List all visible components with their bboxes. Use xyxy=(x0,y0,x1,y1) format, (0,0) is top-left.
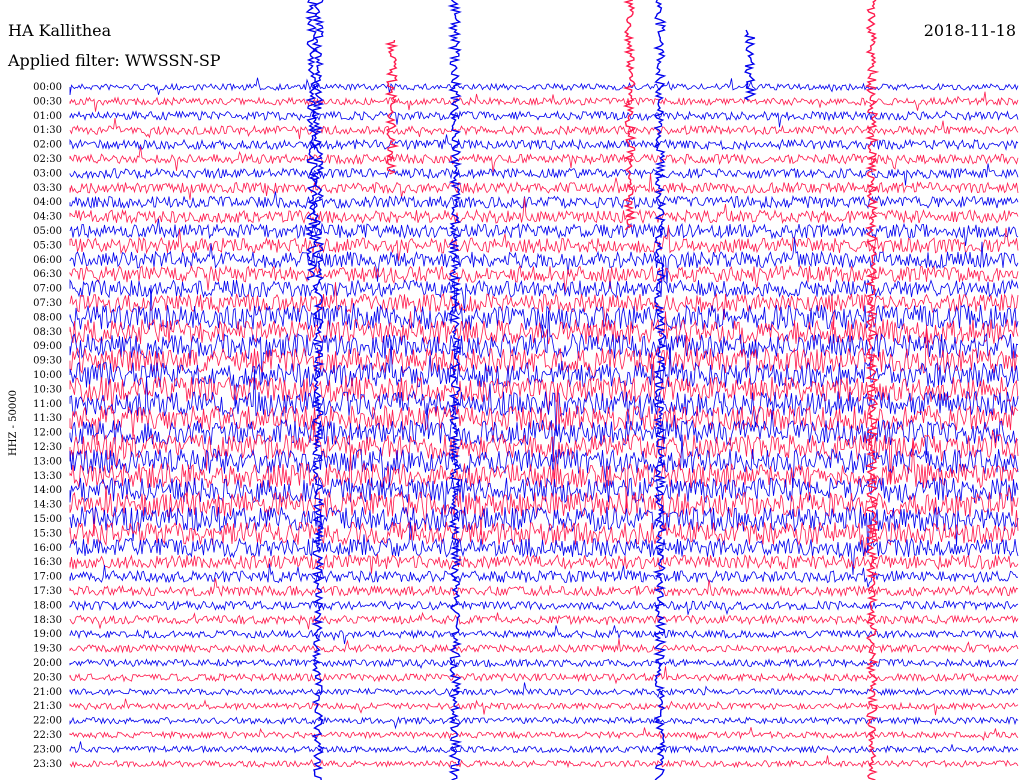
time-tick-label: 02:30 xyxy=(33,154,62,165)
trace-line xyxy=(69,741,1019,754)
time-tick-label: 00:00 xyxy=(33,82,62,93)
trace-line xyxy=(69,611,1019,630)
trace-line xyxy=(69,553,1019,574)
time-tick-label: 03:30 xyxy=(33,183,62,194)
trace-line xyxy=(69,658,1019,670)
trace-line xyxy=(69,238,1019,284)
trace-line xyxy=(69,682,1019,698)
event-spike xyxy=(384,39,400,175)
time-tick-label: 06:30 xyxy=(33,269,62,280)
trace-line xyxy=(69,134,1019,151)
time-tick-label: 02:00 xyxy=(33,140,62,151)
trace-line xyxy=(69,163,1019,186)
time-tick-label: 23:00 xyxy=(33,744,62,755)
time-tick-label: 07:30 xyxy=(33,298,62,309)
time-tick-label: 14:30 xyxy=(33,500,62,511)
time-tick-label: 19:30 xyxy=(33,644,62,655)
time-tick-label: 20:30 xyxy=(33,672,62,683)
trace-line xyxy=(69,117,1019,140)
seismogram-plot: 00:00 00:30 01:00 01:30 02:00 02:30 03:00 03:30… xyxy=(33,0,1019,780)
trace-line xyxy=(69,625,1019,645)
time-tick-label: 21:30 xyxy=(33,701,62,712)
time-tick-label: 13:00 xyxy=(33,456,62,467)
time-tick-label: 03:00 xyxy=(33,168,62,179)
time-tick-label: 08:30 xyxy=(33,327,62,338)
time-tick-label: 15:30 xyxy=(33,528,62,539)
time-tick-label: 10:00 xyxy=(33,370,62,381)
time-tick-label: 05:30 xyxy=(33,240,62,251)
time-tick-label: 12:30 xyxy=(33,442,62,453)
time-tick-label: 05:00 xyxy=(33,226,62,237)
time-tick-label: 16:30 xyxy=(33,557,62,568)
time-tick-label: 14:00 xyxy=(33,485,62,496)
time-tick-label: 17:00 xyxy=(33,572,62,583)
trace-line xyxy=(69,715,1019,730)
time-tick-label: 06:00 xyxy=(33,255,62,266)
trace-line xyxy=(69,563,1019,588)
trace-line xyxy=(69,218,1019,246)
time-tick-label: 09:30 xyxy=(33,356,62,367)
time-tick-label: 12:00 xyxy=(33,428,62,439)
time-tick-label: 08:00 xyxy=(33,312,62,323)
time-tick-label: 18:30 xyxy=(33,615,62,626)
time-tick-label: 04:30 xyxy=(33,212,62,223)
trace-line xyxy=(69,599,1019,616)
time-tick-label: 07:00 xyxy=(33,284,62,295)
time-tick-label: 00:30 xyxy=(33,96,62,107)
time-tick-label: 15:00 xyxy=(33,514,62,525)
trace-line xyxy=(69,191,1019,210)
trace-line xyxy=(69,727,1019,742)
event-spike xyxy=(622,0,638,231)
time-tick-label: 22:00 xyxy=(33,716,62,727)
time-tick-label: 13:30 xyxy=(33,471,62,482)
time-tick-label: 17:30 xyxy=(33,586,62,597)
trace-line xyxy=(69,755,1019,769)
event-spike xyxy=(743,29,757,101)
time-tick-label: 09:00 xyxy=(33,341,62,352)
time-tick-label: 16:00 xyxy=(33,543,62,554)
time-tick-label: 10:30 xyxy=(33,384,62,395)
time-tick-label: 01:00 xyxy=(33,111,62,122)
time-tick-label: 19:00 xyxy=(33,629,62,640)
time-tick-label: 21:00 xyxy=(33,687,62,698)
time-tick-label: 04:00 xyxy=(33,197,62,208)
time-tick-label: 20:00 xyxy=(33,658,62,669)
time-tick-label: 11:00 xyxy=(33,399,62,410)
time-tick-label: 11:30 xyxy=(33,413,62,424)
time-tick-label: 22:30 xyxy=(33,730,62,741)
time-tick-label: 01:30 xyxy=(33,125,62,136)
time-tick-label: 23:30 xyxy=(33,759,62,770)
time-tick-label: 18:00 xyxy=(33,600,62,611)
event-spike xyxy=(864,0,880,780)
trace-line xyxy=(69,638,1019,654)
